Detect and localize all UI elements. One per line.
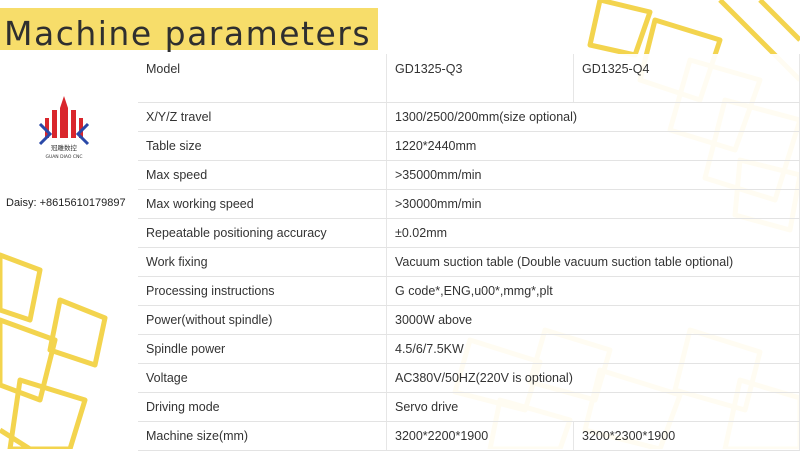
param-value: 3000W above: [386, 305, 800, 335]
param-label: Work fixing: [138, 247, 387, 277]
param-value: >30000mm/min: [386, 189, 800, 219]
table-header-row: Model GD1325-Q3 GD1325-Q4: [138, 54, 800, 103]
table-row: Spindle power 4.5/6/7.5KW: [138, 334, 800, 364]
param-value: Servo drive: [386, 392, 800, 422]
table-row: Table size 1220*2440mm: [138, 131, 800, 161]
param-label: Table size: [138, 131, 387, 161]
param-value-model-1: 3200*2200*1900: [386, 421, 574, 451]
contact-info: Daisy: +8615610179897: [6, 197, 126, 209]
page-title: Machine parameters: [4, 14, 372, 53]
param-label: Repeatable positioning accuracy: [138, 218, 387, 248]
param-label: Driving mode: [138, 392, 387, 422]
company-logo: 冠雕数控 GUAN DIAO CNC: [34, 94, 94, 164]
param-value: 4.5/6/7.5KW: [386, 334, 800, 364]
table-row: Machine size(mm) 3200*2200*1900 3200*2300*…: [138, 421, 800, 451]
table-row: Voltage AC380V/50HZ(220V is optional): [138, 363, 800, 393]
param-label: Voltage: [138, 363, 387, 393]
table-row: X/Y/Z travel 1300/2500/200mm(size optiona…: [138, 102, 800, 132]
param-label: X/Y/Z travel: [138, 102, 387, 132]
logo-subtitle-cn: 冠雕数控: [51, 143, 78, 152]
table-row: Repeatable positioning accuracy ±0.02mm: [138, 218, 800, 248]
param-label: Max speed: [138, 160, 387, 190]
param-value: 1300/2500/200mm(size optional): [386, 102, 800, 132]
param-value: AC380V/50HZ(220V is optional): [386, 363, 800, 393]
param-label: Processing instructions: [138, 276, 387, 306]
param-value: ±0.02mm: [386, 218, 800, 248]
param-label: Machine size(mm): [138, 421, 387, 451]
logo-emblem-icon: 冠雕数控 GUAN DIAO CNC: [38, 96, 90, 160]
param-value: 1220*2440mm: [386, 131, 800, 161]
param-label: Max working speed: [138, 189, 387, 219]
header-model-1: GD1325-Q3: [386, 54, 574, 103]
param-label: Spindle power: [138, 334, 387, 364]
table-row: Max speed >35000mm/min: [138, 160, 800, 190]
table-row: Work fixing Vacuum suction table (Double …: [138, 247, 800, 277]
param-value: >35000mm/min: [386, 160, 800, 190]
table-row: Max working speed >30000mm/min: [138, 189, 800, 219]
title-banner: Machine parameters: [0, 8, 378, 53]
param-value-model-2: 3200*2300*1900: [573, 421, 800, 451]
header-label: Model: [138, 54, 387, 103]
table-row: Power(without spindle) 3000W above: [138, 305, 800, 335]
param-value: Vacuum suction table (Double vacuum suct…: [386, 247, 800, 277]
parameters-table: Model GD1325-Q3 GD1325-Q4 X/Y/Z travel 13…: [138, 54, 800, 451]
logo-subtitle-en: GUAN DIAO CNC: [45, 154, 82, 160]
param-label: Power(without spindle): [138, 305, 387, 335]
header-model-2: GD1325-Q4: [573, 54, 800, 103]
param-value: G code*,ENG,u00*,mmg*,plt: [386, 276, 800, 306]
table-row: Processing instructions G code*,ENG,u00*,…: [138, 276, 800, 306]
table-row: Driving mode Servo drive: [138, 392, 800, 422]
